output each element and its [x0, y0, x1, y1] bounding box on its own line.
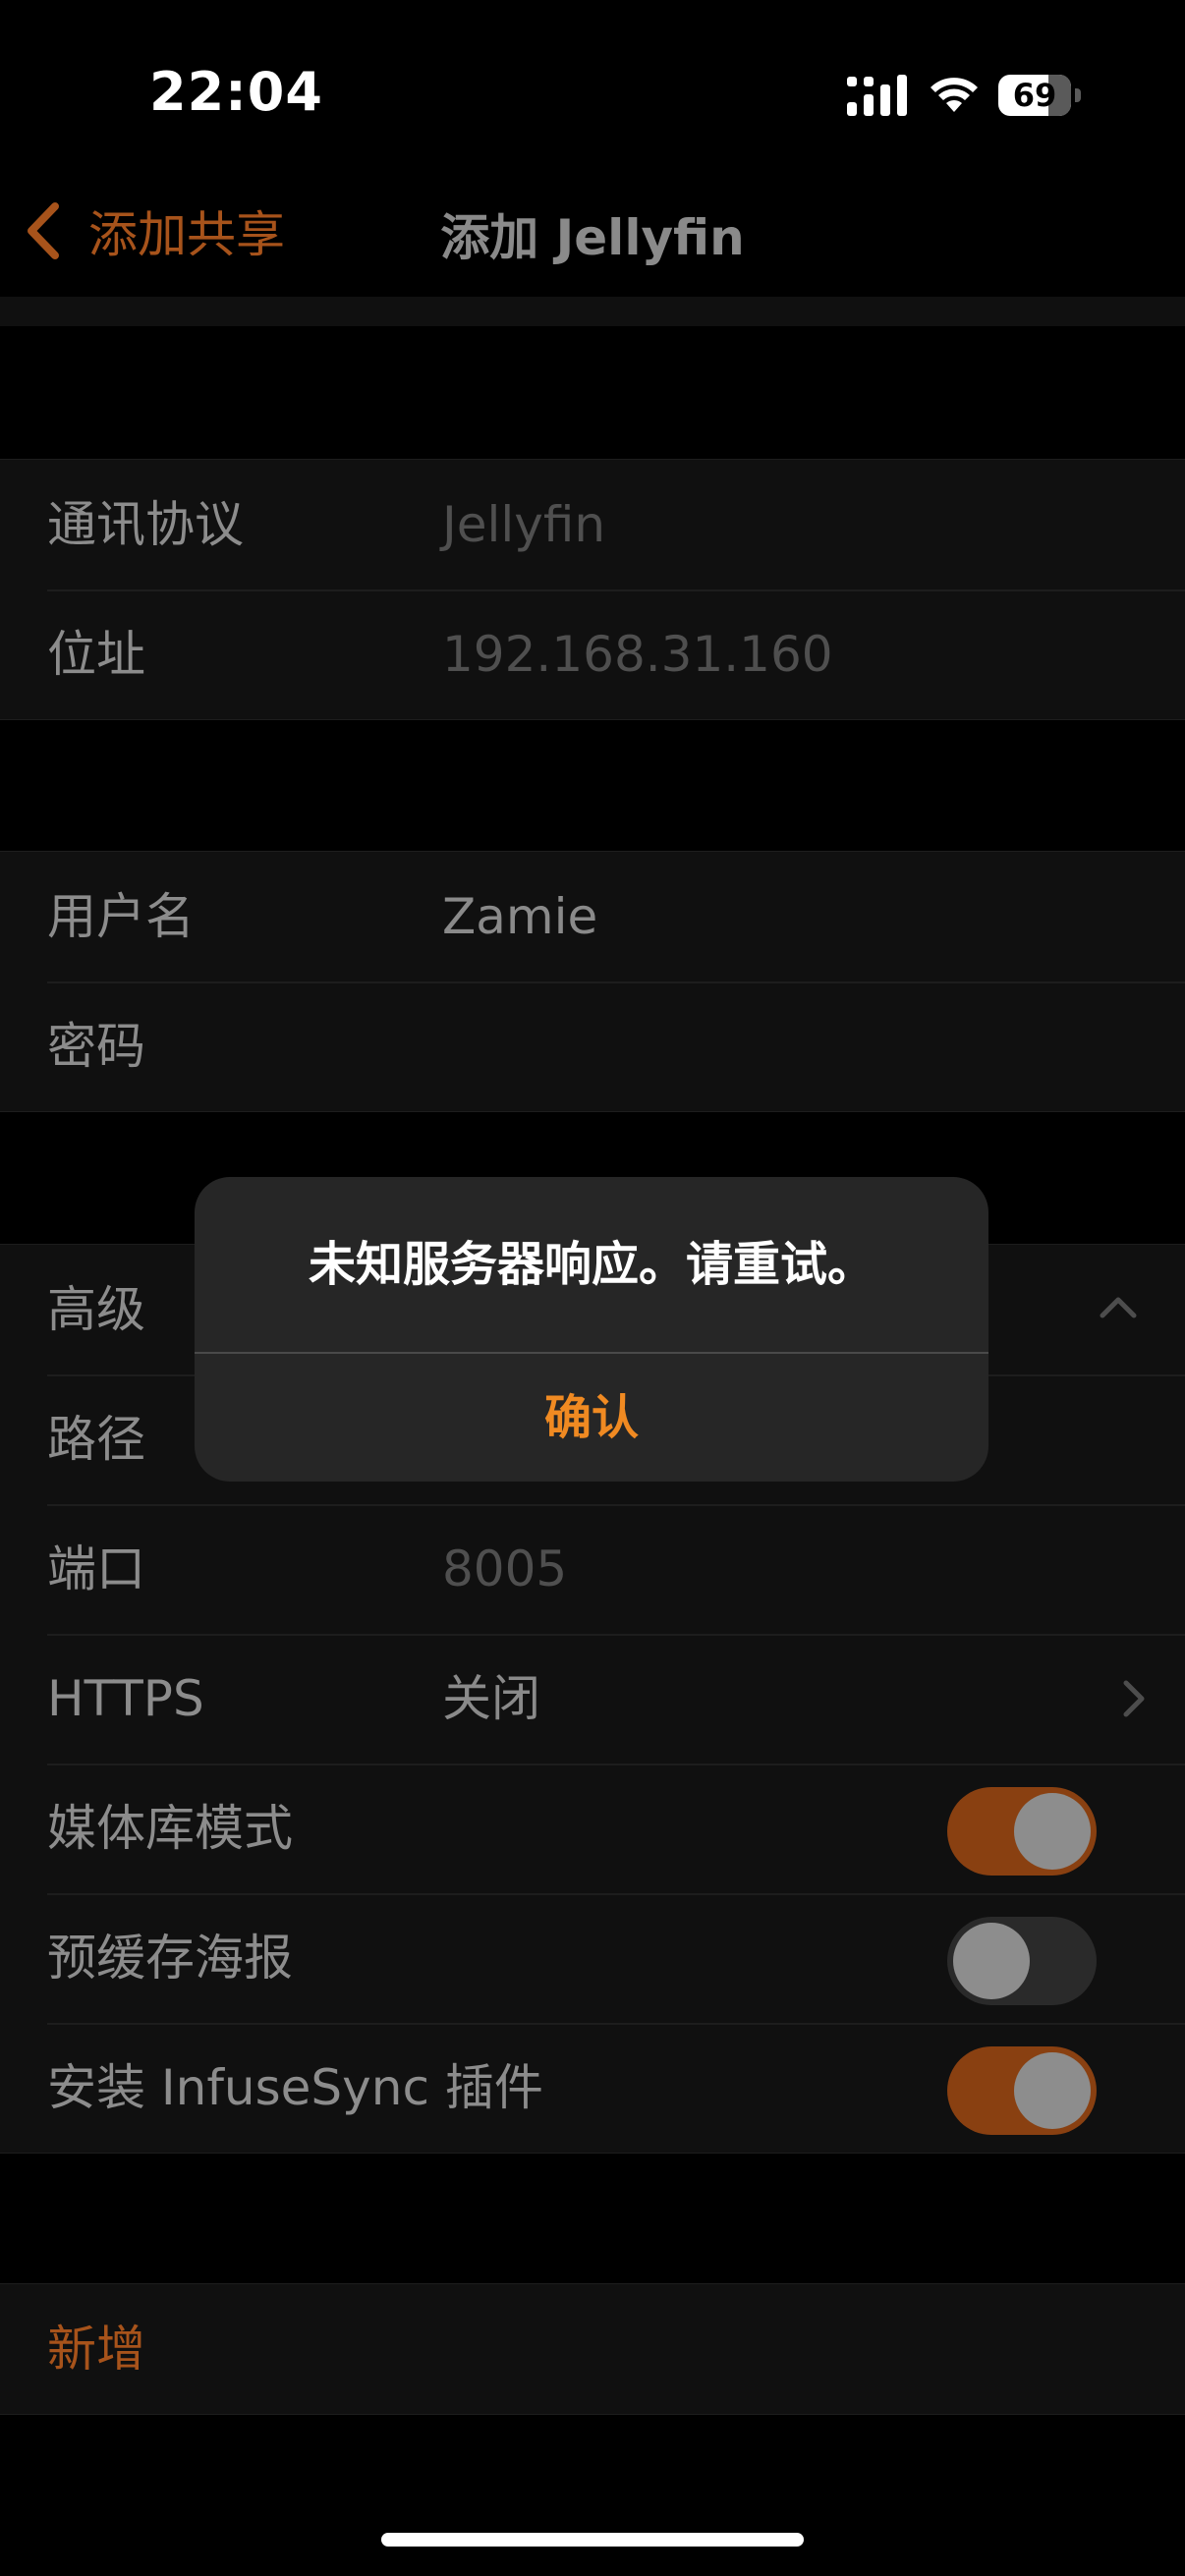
infusesync-toggle[interactable] — [947, 2046, 1097, 2135]
chevron-up-icon[interactable] — [1099, 1294, 1138, 1319]
toggle-knob — [1014, 1793, 1091, 1870]
port-label: 端口 — [47, 1540, 145, 1597]
username-label: 用户名 — [47, 888, 195, 945]
status-bar: 22:04 69 — [0, 0, 1185, 147]
status-time: 22:04 — [149, 61, 323, 123]
battery-icon: 69 — [998, 75, 1081, 116]
cellular-signal-icon — [847, 75, 907, 116]
precache-posters-row: 预缓存海报 — [0, 1893, 1185, 2023]
address-field[interactable]: 192.168.31.160 — [442, 589, 833, 719]
https-label: HTTPS — [47, 1670, 204, 1727]
add-button-label: 新增 — [47, 2321, 145, 2378]
port-row[interactable]: 端口 8005 — [0, 1504, 1185, 1634]
toggle-knob — [1014, 2052, 1091, 2129]
library-mode-row: 媒体库模式 — [0, 1764, 1185, 1893]
address-label: 位址 — [47, 626, 145, 683]
password-label: 密码 — [47, 1018, 145, 1075]
alert-message: 未知服务器响应。请重试。 — [308, 1237, 875, 1292]
path-label: 路径 — [47, 1411, 145, 1468]
username-row[interactable]: 用户名 Zamie — [0, 852, 1185, 981]
advanced-label: 高级 — [47, 1281, 145, 1338]
wifi-icon — [931, 78, 978, 112]
password-row[interactable]: 密码 — [0, 981, 1185, 1111]
toggle-knob — [953, 1923, 1030, 1999]
navigation-bar: 添加共享 添加 Jellyfin — [0, 167, 1185, 295]
home-indicator[interactable] — [381, 2533, 804, 2547]
nav-separator-strip — [0, 297, 1185, 326]
battery-percentage: 69 — [1012, 77, 1057, 114]
add-group: 新增 — [0, 2283, 1185, 2415]
protocol-value: Jellyfin — [442, 496, 606, 553]
add-button[interactable]: 新增 — [0, 2284, 1185, 2414]
address-row[interactable]: 位址 192.168.31.160 — [0, 589, 1185, 719]
credentials-group: 用户名 Zamie 密码 — [0, 851, 1185, 1112]
precache-posters-toggle[interactable] — [947, 1917, 1097, 2005]
library-mode-label: 媒体库模式 — [47, 1800, 293, 1857]
https-value: 关闭 — [442, 1670, 540, 1727]
precache-posters-label: 预缓存海报 — [47, 1930, 293, 1987]
chevron-right-icon — [1123, 1680, 1145, 1717]
infusesync-label: 安装 InfuseSync 插件 — [47, 2059, 543, 2116]
port-field[interactable]: 8005 — [442, 1504, 567, 1634]
https-row[interactable]: HTTPS 关闭 — [0, 1634, 1185, 1764]
infusesync-row: 安装 InfuseSync 插件 — [0, 2023, 1185, 2153]
library-mode-toggle[interactable] — [947, 1787, 1097, 1876]
protocol-row[interactable]: 通讯协议 Jellyfin — [0, 460, 1185, 589]
error-alert-dialog: 未知服务器响应。请重试。 确认 — [195, 1177, 988, 1482]
connection-group: 通讯协议 Jellyfin 位址 192.168.31.160 — [0, 459, 1185, 720]
protocol-label: 通讯协议 — [47, 496, 244, 553]
page-title: 添加 Jellyfin — [440, 209, 745, 266]
confirm-button[interactable]: 确认 — [195, 1354, 988, 1482]
username-field[interactable]: Zamie — [442, 852, 597, 981]
